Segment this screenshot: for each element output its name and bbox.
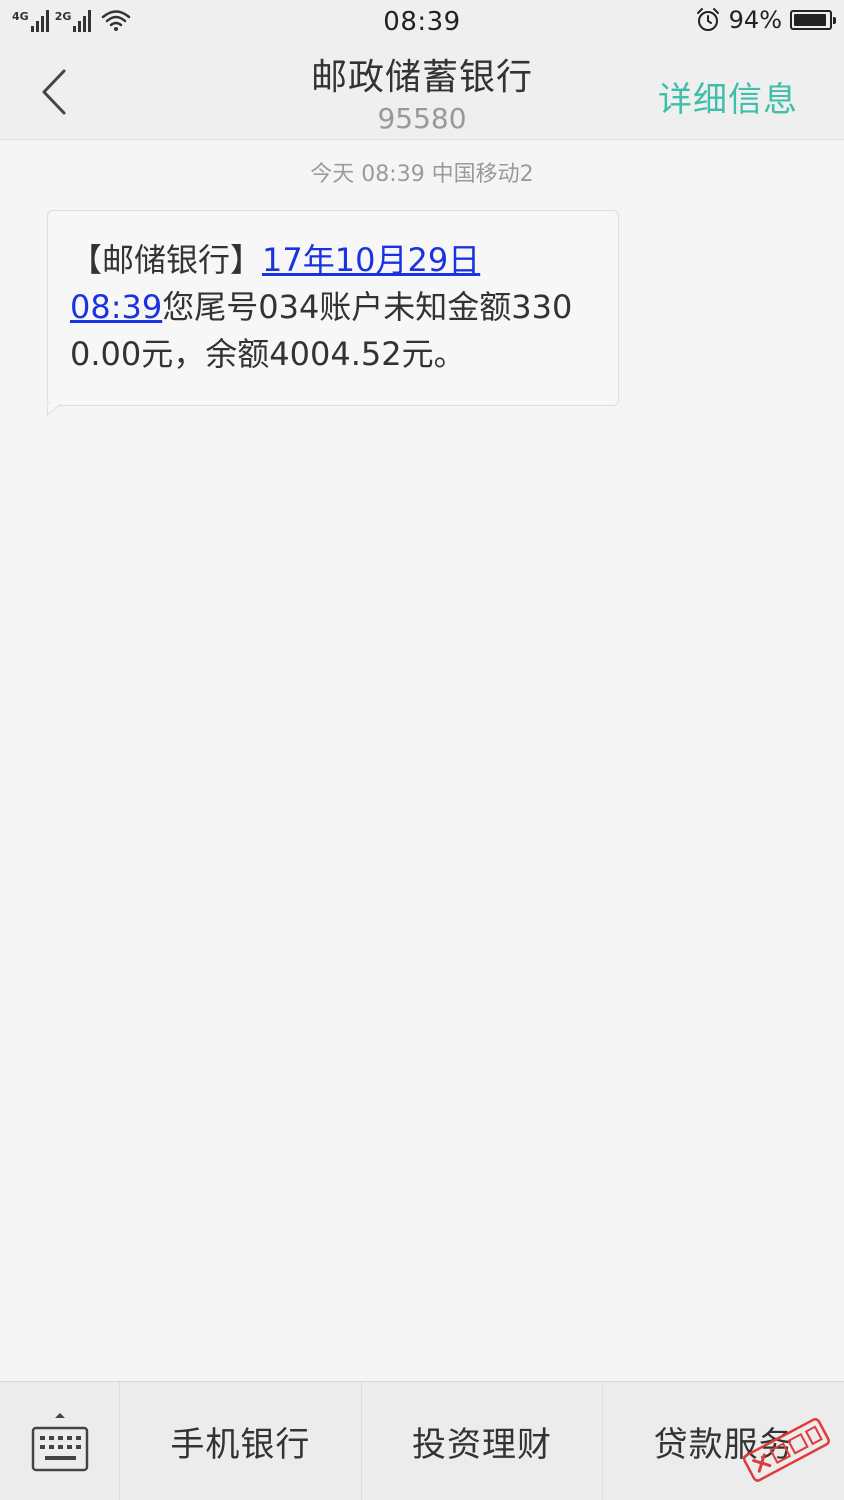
keyboard-toggle-button[interactable]: [0, 1382, 120, 1500]
status-bar: 4G 2G 08:39 94%: [0, 0, 844, 44]
time-link[interactable]: 08:39: [70, 288, 162, 326]
bottom-menu-bar: 手机银行 投资理财 贷款服务: [0, 1381, 844, 1500]
message-prefix: 【邮储银行】: [70, 241, 263, 279]
watermark-logo-icon: [742, 1417, 830, 1482]
menu-investment[interactable]: 投资理财: [362, 1382, 604, 1500]
battery-percent: 94%: [728, 6, 782, 34]
sms-conversation-screen: 4G 2G 08:39 94% 邮政储蓄银行 95580 详细信息 今天 08:…: [0, 0, 844, 1500]
bubble-tail: [47, 404, 62, 416]
conversation-header: 邮政储蓄银行 95580 详细信息: [0, 44, 844, 140]
message-text: 【邮储银行】17年10月29日 08:39您尾号034账户未知金额3300.00元…: [70, 237, 596, 378]
status-right: 94%: [695, 6, 836, 34]
battery-icon: [790, 10, 836, 30]
message-bubble[interactable]: 【邮储银行】17年10月29日 08:39您尾号034账户未知金额3300.00元…: [47, 210, 619, 417]
details-button[interactable]: 详细信息: [658, 72, 798, 121]
keyboard-icon: [31, 1412, 88, 1471]
menu-mobile-banking[interactable]: 手机银行: [120, 1382, 362, 1500]
battery-fill: [794, 14, 826, 26]
alarm-clock-icon: [696, 8, 719, 31]
date-link[interactable]: 17年10月29日: [262, 241, 480, 279]
message-timestamp: 今天 08:39 中国移动2: [310, 162, 534, 187]
